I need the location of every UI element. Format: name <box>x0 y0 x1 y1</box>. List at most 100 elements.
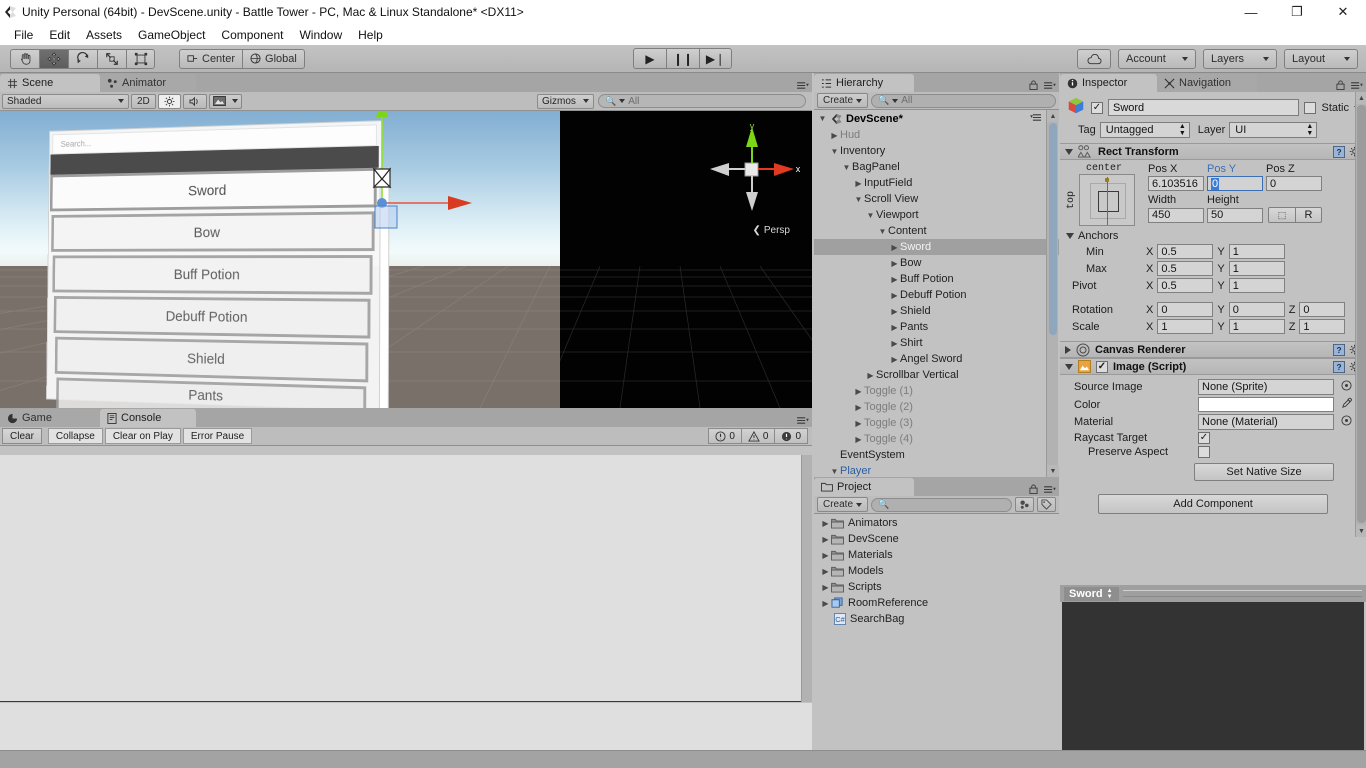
project-create-button[interactable]: Create <box>817 497 869 512</box>
pos-z-input[interactable]: 0 <box>1266 176 1322 191</box>
menu-help[interactable]: Help <box>350 26 391 44</box>
console-panel-menu[interactable] <box>796 416 809 425</box>
project-row[interactable]: ▶ Scripts <box>814 579 1059 595</box>
menu-gameobject[interactable]: GameObject <box>130 26 213 44</box>
hierarchy-row[interactable]: EventSystem <box>814 447 1059 463</box>
console-log-list[interactable] <box>0 455 812 702</box>
hierarchy-row[interactable]: ▶ Toggle (2) <box>814 399 1059 415</box>
shading-mode-dropdown[interactable]: Shaded <box>2 93 129 109</box>
preview-drag-handle[interactable] <box>1122 590 1362 597</box>
raycast-target-checkbox[interactable]: ✓ <box>1198 432 1210 444</box>
pos-y-input[interactable]: 0 <box>1207 176 1263 191</box>
canvas-item-row[interactable]: Pants <box>56 377 367 408</box>
layer-dropdown[interactable]: UI ▲ ▼ <box>1229 122 1318 138</box>
project-row[interactable]: ▶ Models <box>814 563 1059 579</box>
console-collapse-toggle[interactable]: Collapse <box>47 428 103 444</box>
rotation-y-input[interactable]: 0 <box>1228 302 1285 317</box>
hierarchy-row[interactable]: ▼ Player <box>814 463 1059 477</box>
scene-axis-widget[interactable]: y x ❮ Persp <box>702 121 802 236</box>
pause-button[interactable]: ❙❙ <box>666 48 699 69</box>
hierarchy-row[interactable]: ▶ Pants <box>814 319 1059 335</box>
tab-game[interactable]: Game <box>0 409 100 427</box>
canvas-item-row[interactable]: Bow <box>51 211 375 252</box>
maximize-button[interactable]: ❐ <box>1274 0 1320 24</box>
hierarchy-create-button[interactable]: Create <box>817 93 869 108</box>
menu-edit[interactable]: Edit <box>41 26 78 44</box>
canvas-item-row[interactable]: Sword <box>49 167 377 212</box>
hierarchy-row[interactable]: ▼ Viewport <box>814 207 1059 223</box>
anchor-max-y-input[interactable]: 1 <box>1228 261 1285 276</box>
project-tree[interactable]: ▶ Animators ▶ DevScene ▶ Materials ▶ Models ▶ Scr… <box>814 515 1059 768</box>
scene-audio-button[interactable] <box>182 93 207 109</box>
chevron-right-icon[interactable]: ▶ <box>889 323 900 332</box>
move-tool-button[interactable] <box>39 48 68 69</box>
layers-dropdown[interactable]: Layers <box>1203 49 1277 69</box>
preview-title-dropdown[interactable]: Sword ▲ ▼ <box>1064 586 1119 601</box>
scroll-down-arrow[interactable]: ▼ <box>1047 465 1059 477</box>
pivot-y-input[interactable]: 1 <box>1228 278 1285 293</box>
hierarchy-row[interactable]: ▶ Shirt <box>814 335 1059 351</box>
rotation-x-input[interactable]: 0 <box>1157 302 1214 317</box>
tag-dropdown[interactable]: Untagged ▲ ▼ <box>1099 122 1190 138</box>
toggle-2d-button[interactable]: 2D <box>131 93 156 109</box>
color-swatch[interactable] <box>1198 397 1334 412</box>
hierarchy-scroll-thumb[interactable] <box>1049 123 1057 335</box>
pivot-mode-button[interactable]: Center <box>179 48 243 69</box>
foldout-icon[interactable] <box>1065 148 1073 155</box>
chevron-down-icon[interactable]: ▼ <box>829 147 840 156</box>
hierarchy-row[interactable]: ▶ Toggle (1) <box>814 383 1059 399</box>
chevron-right-icon[interactable]: ▶ <box>820 535 831 544</box>
hierarchy-row[interactable]: ▶ Shield <box>814 303 1059 319</box>
cloud-button[interactable] <box>1077 49 1111 69</box>
inspector-panel-menu[interactable] <box>1336 80 1363 90</box>
inspector-scrollbar[interactable]: ▲ ▼ <box>1355 92 1366 537</box>
width-input[interactable]: 450 <box>1148 207 1204 223</box>
chevron-right-icon[interactable]: ▶ <box>820 519 831 528</box>
chevron-right-icon[interactable]: ▶ <box>853 419 864 428</box>
foldout-icon[interactable] <box>1066 233 1074 239</box>
pivot-x-input[interactable]: 0.5 <box>1157 278 1214 293</box>
chevron-right-icon[interactable]: ▶ <box>853 387 864 396</box>
scene-projection-label[interactable]: ❮ Persp <box>752 225 790 236</box>
hierarchy-row[interactable]: ▶ Sword <box>814 239 1059 255</box>
scale-x-input[interactable]: 1 <box>1157 319 1214 334</box>
hierarchy-row[interactable]: ▶ Toggle (4) <box>814 431 1059 447</box>
hierarchy-row[interactable]: ▼ BagPanel <box>814 159 1059 175</box>
rotate-tool-button[interactable] <box>68 48 97 69</box>
chevron-right-icon[interactable]: ▶ <box>820 583 831 592</box>
canvas-renderer-header[interactable]: Canvas Renderer ? <box>1060 341 1366 358</box>
material-field[interactable]: None (Material) <box>1198 414 1334 430</box>
console-info-count[interactable]: 0 <box>708 428 741 444</box>
blueprint-mode-button[interactable]: ⬚ <box>1268 207 1296 223</box>
preserve-aspect-checkbox[interactable] <box>1198 446 1210 458</box>
chevron-right-icon[interactable]: ▶ <box>820 567 831 576</box>
account-dropdown[interactable]: Account <box>1118 49 1196 69</box>
console-warning-count[interactable]: 0 <box>740 428 775 444</box>
project-row[interactable]: ▶ RoomReference <box>814 595 1059 611</box>
gameobject-name-field[interactable]: Sword <box>1108 99 1300 116</box>
tab-animator[interactable]: Animator <box>100 74 196 92</box>
chevron-right-icon[interactable]: ▶ <box>889 307 900 316</box>
chevron-right-icon[interactable]: ▶ <box>853 403 864 412</box>
console-scrollbar[interactable] <box>801 455 812 702</box>
move-gizmo[interactable] <box>330 111 510 243</box>
hierarchy-row[interactable]: ▼ Inventory <box>814 143 1059 159</box>
chevron-down-icon[interactable]: ▼ <box>829 467 840 476</box>
chevron-right-icon[interactable]: ▶ <box>889 339 900 348</box>
menu-assets[interactable]: Assets <box>78 26 130 44</box>
object-picker-icon[interactable] <box>1341 415 1352 429</box>
hierarchy-row[interactable]: ▼ Scroll View <box>814 191 1059 207</box>
chevron-right-icon[interactable]: ▶ <box>889 259 900 268</box>
object-picker-icon[interactable] <box>1341 380 1352 394</box>
anchor-min-y-input[interactable]: 1 <box>1228 244 1285 259</box>
anchor-preset-widget[interactable] <box>1079 174 1135 226</box>
scroll-down-arrow[interactable]: ▼ <box>1356 525 1366 537</box>
help-icon[interactable]: ? <box>1333 360 1345 373</box>
menu-file[interactable]: File <box>6 26 41 44</box>
space-mode-button[interactable]: Global <box>242 48 305 69</box>
hierarchy-tree[interactable]: ▼ DevScene* ▶ Hud ▼ Inventory ▼ BagPanel ▶ Inpu… <box>814 110 1059 477</box>
scene-viewport[interactable]: Search... Sword Bow Buff Potion Debuff P… <box>0 111 812 408</box>
hierarchy-row[interactable]: ▶ Toggle (3) <box>814 415 1059 431</box>
tab-hierarchy[interactable]: Hierarchy <box>814 74 914 92</box>
foldout-icon[interactable] <box>1065 345 1071 354</box>
